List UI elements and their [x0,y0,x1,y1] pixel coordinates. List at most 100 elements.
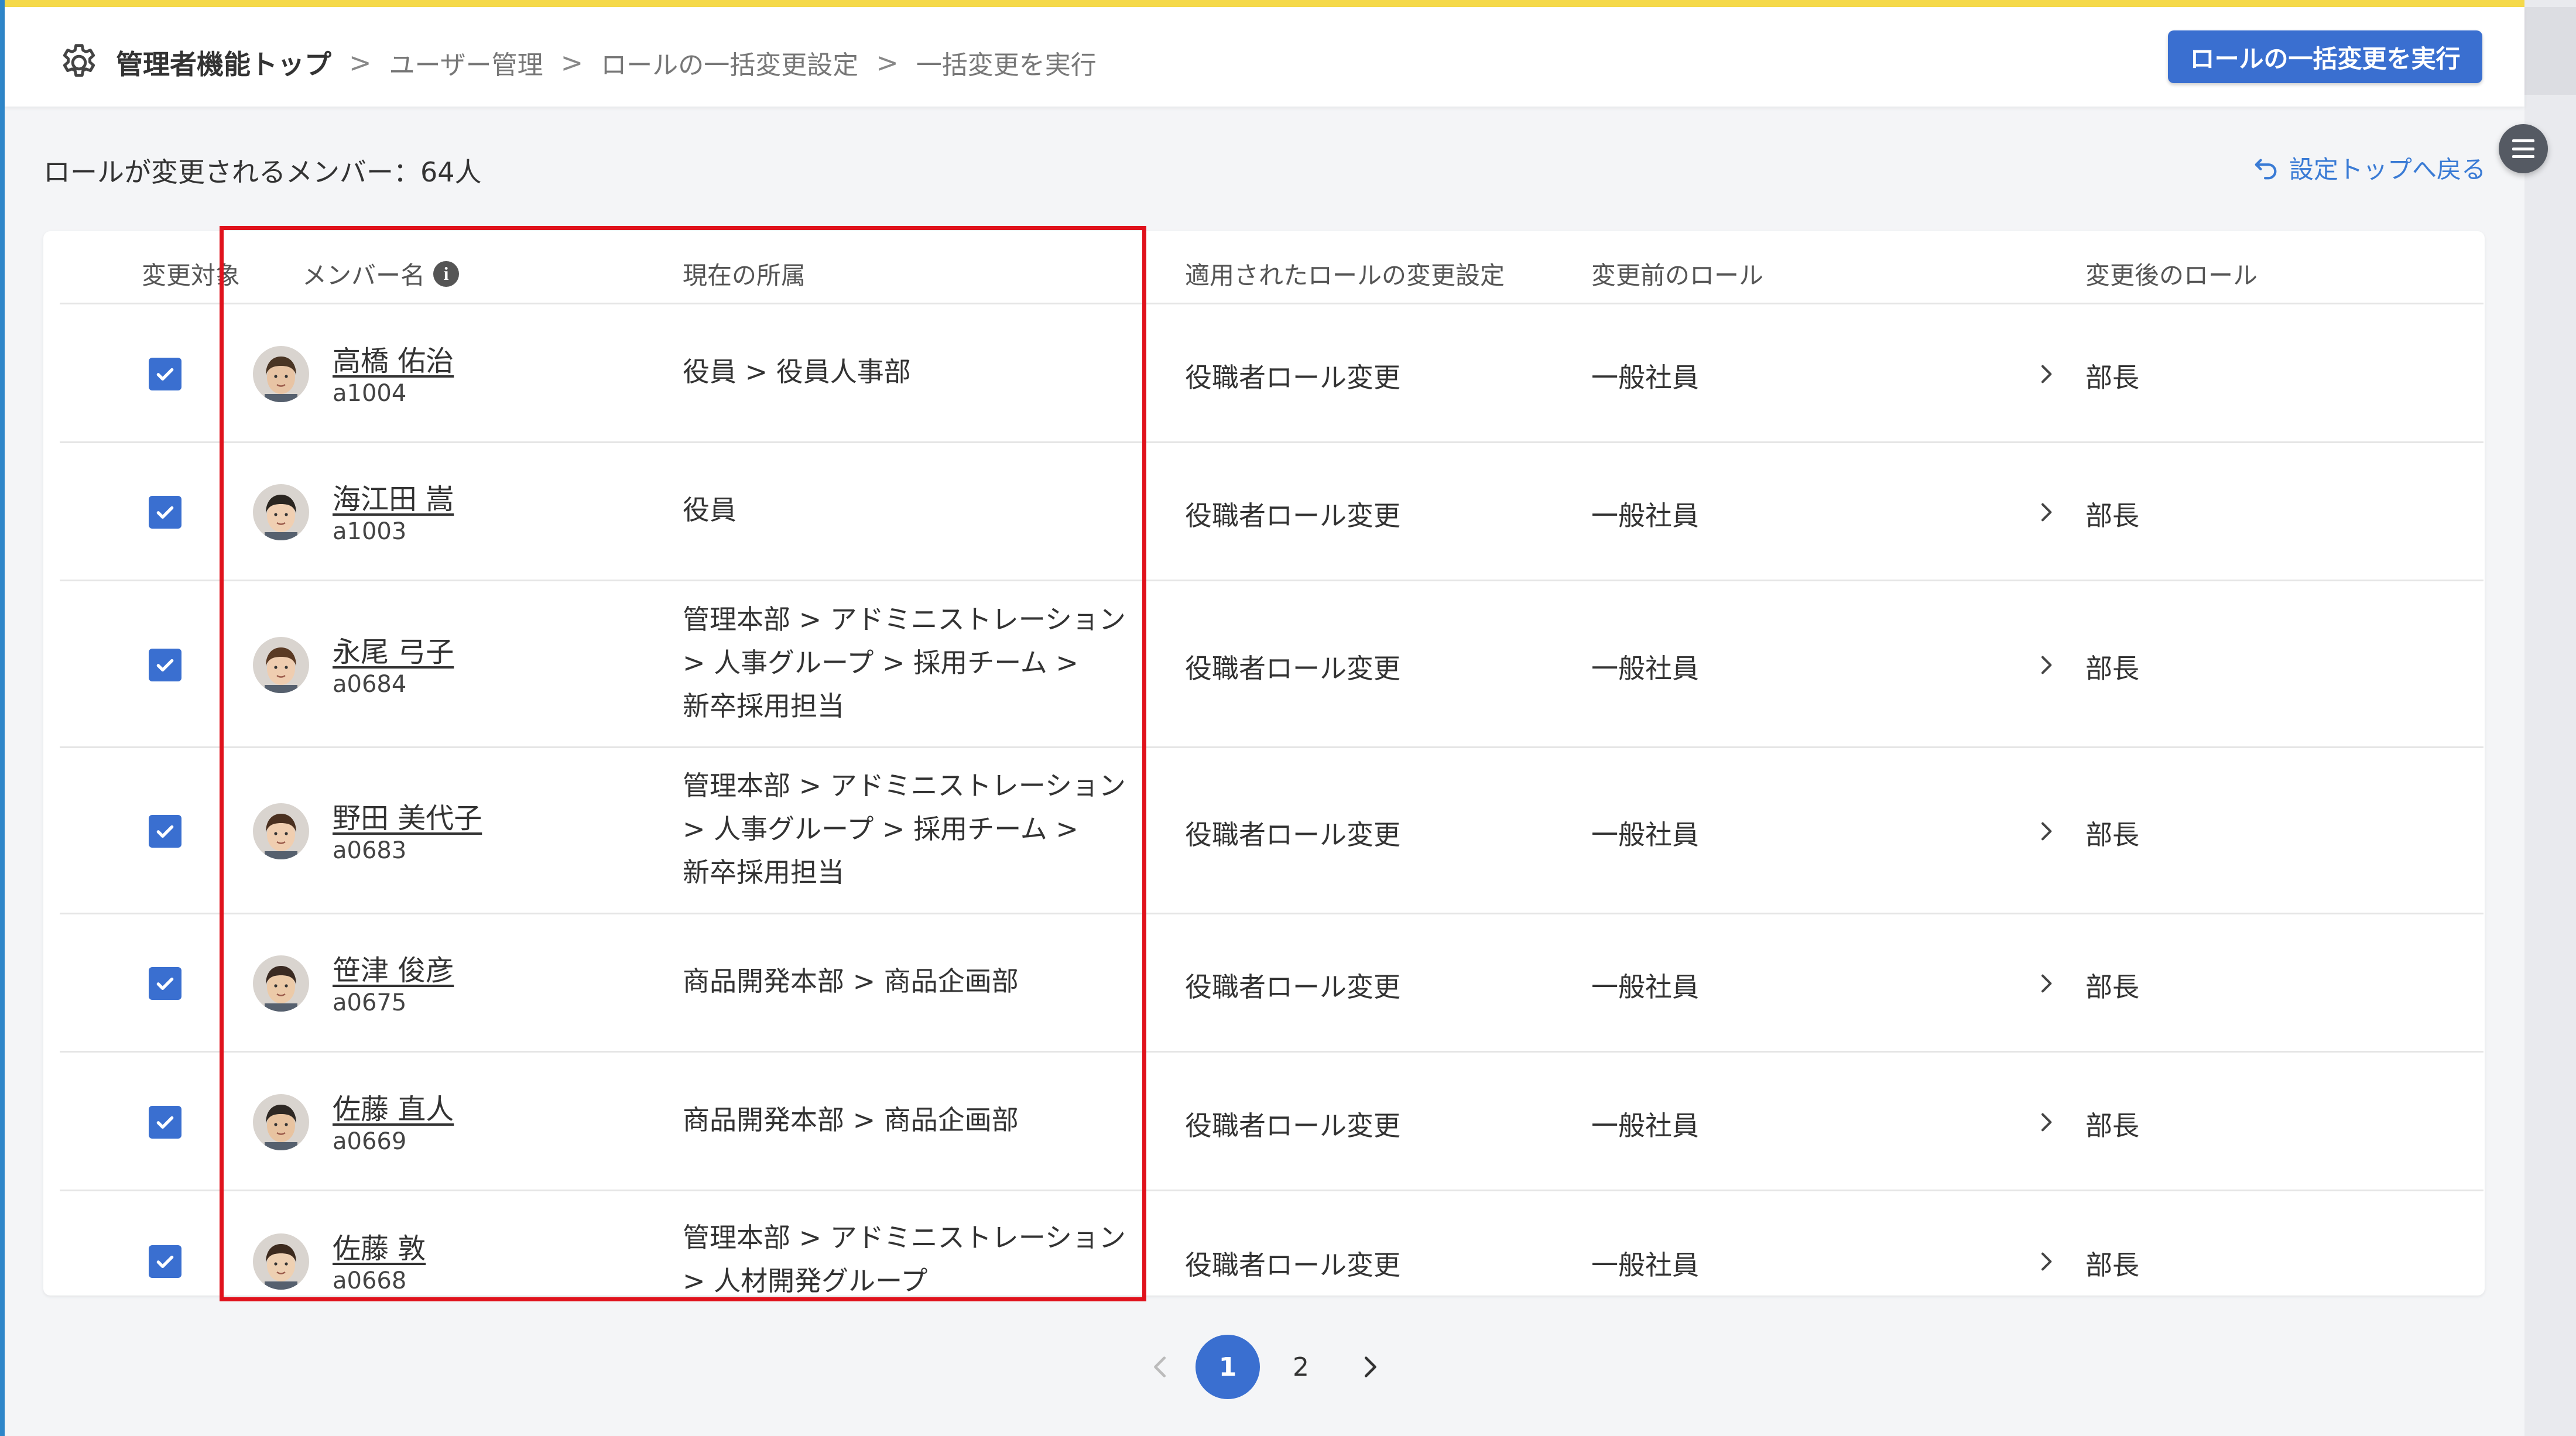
chevron-right-icon [2041,1252,2052,1271]
table-row: 高橋 佑治 a1004 役員 > 役員人事部 役職者ロール変更 一般社員 部長 [60,304,2483,443]
row-checkbox[interactable] [149,357,181,390]
department-line: > 人材開発グループ [683,1265,928,1296]
breadcrumb-role-bulk-settings[interactable]: ロールの一括変更設定 [601,44,858,81]
member-id: a0668 [333,1267,407,1294]
member-name-link[interactable]: 佐藤 敦 [333,1225,426,1266]
member-name-link[interactable]: 笹津 俊彦 [333,947,454,988]
window-scrollbar-thumb[interactable] [2524,7,2576,95]
table-row: 野田 美代子 a0683 管理本部 > アドミニストレーション > 人事グループ … [60,748,2483,914]
department-path: 役員 [683,488,1163,532]
chevron-right-icon: > [560,47,584,78]
member-count-label: ロールが変更されるメンバー：64人 [43,156,482,188]
role-after: 部長 [2085,500,2139,532]
avatar [253,1233,309,1290]
department-line: 管理本部 > アドミニストレーション [683,1222,1126,1253]
col-header-target: 変更対象 [142,261,241,290]
pagination: 1 2 [0,1329,2576,1405]
applied-role-setting: 役職者ロール変更 [1185,971,1400,1003]
member-name-link[interactable]: 永尾 弓子 [333,629,454,670]
department-line: > 人事グループ > 採用チーム > [683,646,1078,678]
chevron-right-icon[interactable] [1356,1353,1383,1380]
execute-bulk-role-change-button[interactable]: ロールの一括変更を実行 [2168,30,2482,83]
member-name-link[interactable]: 佐藤 直人 [333,1086,454,1127]
role-before: 一般社員 [1591,819,1699,851]
member-name-link[interactable]: 海江田 嵩 [333,476,454,517]
chevron-right-icon [2041,656,2052,674]
department-path: 商品開発本部 > 商品企画部 [683,959,1163,1003]
row-checkbox[interactable] [149,648,181,681]
chevron-right-icon [2041,503,2052,522]
row-checkbox[interactable] [149,496,181,529]
department-line: 管理本部 > アドミニストレーション [683,770,1126,801]
back-to-settings-link[interactable]: 設定トップへ戻る [2253,150,2486,186]
back-link-label: 設定トップへ戻る [2289,155,2486,184]
col-header-role-before: 変更前のロール [1591,261,1764,290]
department-path: 管理本部 > アドミニストレーション > 人事グループ > 採用チーム > 新卒採用… [683,764,1163,894]
applied-role-setting: 役職者ロール変更 [1185,361,1400,393]
page-1-button[interactable]: 1 [1195,1335,1260,1399]
checkmark-icon [156,825,174,838]
department-path: 商品開発本部 > 商品企画部 [683,1098,1163,1142]
breadcrumb-admin-top[interactable]: 管理者機能トップ [116,43,331,82]
role-before: 一般社員 [1591,1109,1699,1142]
menu-icon [2512,139,2534,158]
row-checkbox[interactable] [149,815,181,848]
col-header-department: 現在の所属 [683,261,806,290]
applied-role-setting: 役職者ロール変更 [1185,1249,1400,1281]
applied-role-setting: 役職者ロール変更 [1185,819,1400,851]
breadcrumb-user-management[interactable]: ユーザー管理 [389,44,543,81]
col-header-applied-setting: 適用されたロールの変更設定 [1185,261,1505,290]
breadcrumb-current-page: 一括変更を実行 [916,50,1097,80]
member-name-link[interactable]: 高橋 佑治 [333,338,454,379]
department-path: 管理本部 > アドミニストレーション > 人事グループ > 採用チーム > 新卒採用… [683,598,1163,728]
role-after: 部長 [2085,361,2139,393]
table-row: 佐藤 直人 a0669 商品開発本部 > 商品企画部 役職者ロール変更 一般社員… [60,1053,2483,1191]
department-line: 商品開発本部 > 商品企画部 [683,1103,1019,1136]
table-row: 永尾 弓子 a0684 管理本部 > アドミニストレーション > 人事グループ >… [60,581,2483,748]
role-after: 部長 [2085,1109,2139,1142]
department-line: > 人事グループ > 採用チーム > [683,813,1078,845]
avatar [253,803,309,859]
window-scrollbar-track[interactable] [2524,0,2576,1436]
col-header-member-name-label: メンバー名 [302,261,426,290]
department-line: 役員 [683,494,737,526]
page-2-button[interactable]: 2 [1272,1335,1330,1399]
chevron-left-icon[interactable] [1147,1353,1174,1380]
member-table-card: 変更対象 メンバー名 i 現在の所属 適用されたロールの変更設定 変更前のロール… [43,231,2485,1296]
department-line: 管理本部 > アドミニストレーション [683,603,1126,635]
department-line: 新卒採用担当 [683,856,844,888]
avatar [253,484,309,540]
member-id: a0669 [333,1127,407,1155]
checkmark-icon [156,368,174,381]
role-before: 一般社員 [1591,500,1699,532]
role-after: 部長 [2085,971,2139,1003]
avatar [253,955,309,1012]
row-checkbox[interactable] [149,1105,181,1139]
chevron-right-icon: > [876,47,899,78]
info-icon[interactable]: i [433,261,460,287]
role-before: 一般社員 [1591,1249,1699,1281]
department-line: 商品開発本部 > 商品企画部 [683,965,1019,997]
applied-role-setting: 役職者ロール変更 [1185,500,1400,532]
member-id: a1003 [333,518,407,545]
role-before: 一般社員 [1591,361,1699,393]
checkmark-icon [156,1255,174,1268]
checkmark-icon [156,659,174,671]
row-checkbox[interactable] [149,1245,181,1278]
member-name-link[interactable]: 野田 美代子 [333,795,482,836]
top-header: 管理者機能トップ > ユーザー管理 > ロールの一括変更設定 > 一括変更を実行… [5,7,2524,107]
gear-icon[interactable] [57,41,101,84]
checkmark-icon [156,977,174,990]
role-before: 一般社員 [1591,971,1699,1003]
member-id: a1004 [333,379,407,407]
checkmark-icon [156,1116,174,1129]
department-path: 役員 > 役員人事部 [683,350,1163,393]
department-path: 管理本部 > アドミニストレーション > 人材開発グループ [683,1216,1163,1296]
row-checkbox[interactable] [149,967,181,1000]
chevron-right-icon: > [349,47,372,78]
chevron-right-icon [2041,974,2052,993]
avatar [253,1094,309,1150]
col-header-role-after: 変更後のロール [2085,261,2258,290]
floating-menu-button[interactable] [2499,124,2548,173]
table-row: 笹津 俊彦 a0675 商品開発本部 > 商品企画部 役職者ロール変更 一般社員… [60,914,2483,1053]
